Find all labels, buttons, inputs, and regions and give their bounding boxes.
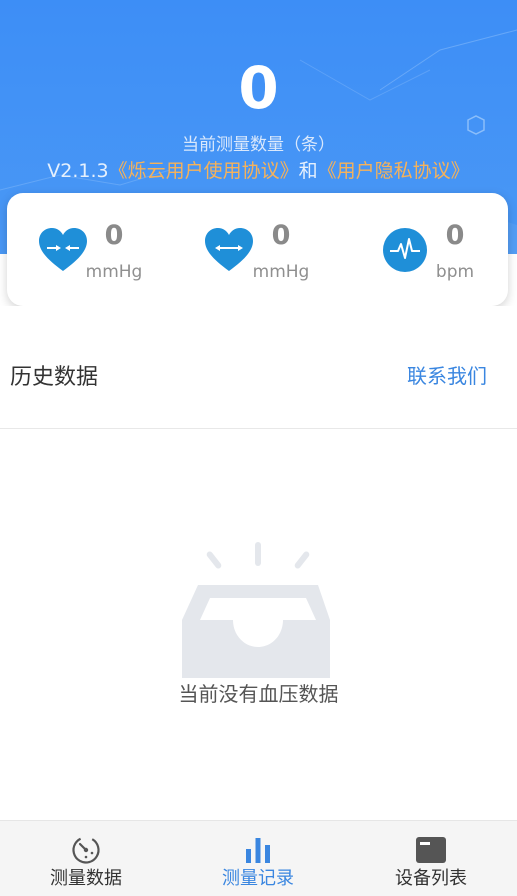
and-text: 和 — [298, 160, 318, 182]
tab-measurement-records[interactable]: 测量记录 — [172, 821, 344, 896]
privacy-agreement-link[interactable]: 《用户隐私协议》 — [318, 160, 470, 182]
diastolic-unit: mmHg — [252, 262, 310, 282]
pulse-unit: bpm — [435, 262, 475, 282]
tab-device-list[interactable]: 设备列表 — [345, 821, 517, 896]
contact-us-link[interactable]: 联系我们 — [407, 361, 487, 391]
stat-pulse: 0 bpm — [341, 193, 508, 306]
tab-label: 测量记录 — [222, 868, 294, 889]
user-agreement-link[interactable]: 《烁云用户使用协议》 — [109, 160, 299, 182]
stats-card: 0 mmHg 0 mmHg 0 bpm — [7, 193, 508, 306]
systolic-unit: mmHg — [85, 262, 143, 282]
pulse-value: 0 — [445, 220, 465, 251]
tab-label: 设备列表 — [395, 868, 467, 889]
tab-measurement-data[interactable]: 测量数据 — [0, 821, 172, 896]
history-title: 历史数据 — [10, 365, 99, 390]
device-list-icon — [416, 837, 446, 863]
version-text: V2.1.3 — [47, 160, 109, 182]
history-section-header: 历史数据 联系我们 — [0, 306, 517, 429]
stat-diastolic: 0 mmHg — [174, 193, 341, 306]
measurement-count: 0 — [238, 54, 279, 122]
bar-chart-icon — [246, 838, 270, 863]
diastolic-value: 0 — [271, 220, 291, 251]
systolic-value: 0 — [104, 220, 124, 251]
bottom-tab-bar: 测量数据 测量记录 设备列表 — [0, 820, 517, 896]
empty-inbox-icon — [182, 542, 330, 678]
stat-systolic: 0 mmHg — [7, 193, 174, 306]
version-agreement-line: V2.1.3《烁云用户使用协议》和《用户隐私协议》 — [0, 158, 517, 184]
measurement-count-label: 当前测量数量（条） — [182, 135, 335, 155]
empty-state-text: 当前没有血压数据 — [178, 682, 339, 706]
tab-label: 测量数据 — [50, 868, 122, 889]
gauge-icon — [72, 836, 100, 864]
